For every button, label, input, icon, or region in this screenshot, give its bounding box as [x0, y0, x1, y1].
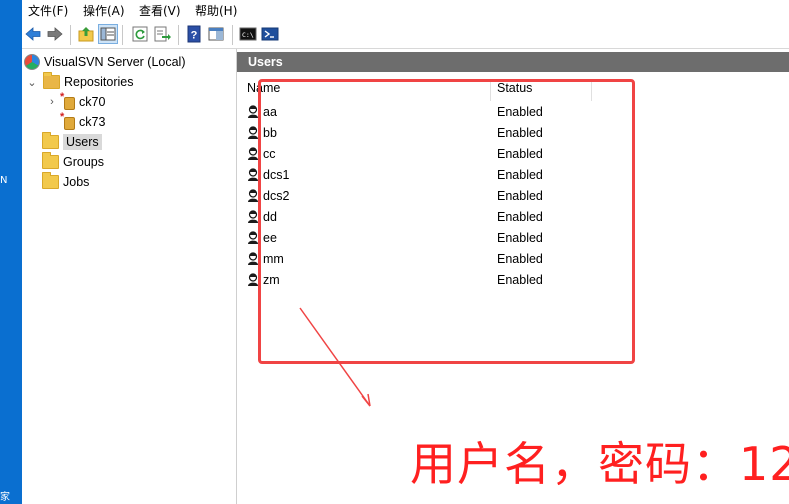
annotation-arrow-icon	[299, 307, 371, 407]
tree-item-label: Repositories	[64, 75, 134, 89]
chevron-right-icon[interactable]: ›	[46, 96, 58, 108]
back-arrow-icon[interactable]	[24, 25, 42, 43]
tree-item-label: VisualSVN Server (Local)	[44, 55, 186, 69]
tree-item-label: ck73	[79, 115, 106, 129]
tree-item-jobs[interactable]: Jobs	[42, 172, 89, 192]
menu-file[interactable]: 文件(F)	[28, 2, 68, 19]
help-icon[interactable]: ?	[185, 25, 203, 43]
folder-icon	[42, 152, 59, 169]
properties-pane-icon[interactable]	[207, 25, 225, 43]
toolbar: ? C:\	[22, 22, 789, 49]
up-folder-icon[interactable]	[77, 25, 95, 43]
svg-text:C:\: C:\	[242, 31, 254, 39]
repositories-folder-icon	[43, 72, 60, 89]
export-list-icon[interactable]	[153, 25, 171, 43]
powershell-icon[interactable]	[261, 25, 279, 43]
repository-icon: *	[60, 91, 75, 110]
folder-icon	[42, 132, 59, 149]
tree-item-users[interactable]: Users	[42, 132, 102, 152]
desktop-background-strip: N 家	[0, 0, 22, 504]
forward-arrow-icon[interactable]	[46, 25, 64, 43]
command-prompt-icon[interactable]: C:\	[239, 25, 257, 43]
desktop-text-fragment: N	[0, 175, 8, 186]
tree-item-label: Users	[63, 134, 102, 150]
menu-view[interactable]: 查看(V)	[139, 2, 181, 19]
menu-help[interactable]: 帮助(H)	[195, 2, 237, 19]
refresh-icon[interactable]	[131, 25, 149, 43]
visualsvn-manager-window: 文件(F) 操作(A) 查看(V) 帮助(H) ? C:\ VisualSVN …	[22, 0, 789, 504]
chevron-down-icon[interactable]: ⌄	[26, 76, 38, 89]
menu-bar: 文件(F) 操作(A) 查看(V) 帮助(H)	[22, 0, 789, 20]
repository-icon: *	[60, 111, 75, 130]
tree-item-label: Groups	[63, 155, 104, 169]
visualsvn-logo-icon	[24, 54, 40, 70]
console-tree: VisualSVN Server (Local) ⌄ Repositories …	[22, 49, 237, 504]
tree-item-groups[interactable]: Groups	[42, 152, 104, 172]
show-hide-console-tree-icon[interactable]	[98, 24, 118, 44]
tree-item-label: ck70	[79, 95, 106, 109]
svg-text:?: ?	[191, 30, 198, 42]
tree-item-repositories[interactable]: ⌄ Repositories	[26, 72, 133, 92]
menu-action[interactable]: 操作(A)	[83, 2, 125, 19]
tree-item-server[interactable]: VisualSVN Server (Local)	[24, 52, 186, 72]
tree-item-repo-ck73[interactable]: * ck73	[60, 111, 106, 132]
pane-title: Users	[237, 52, 789, 72]
folder-icon	[42, 172, 59, 189]
tree-item-repo-ck70[interactable]: › * ck70	[46, 91, 106, 112]
tree-item-label: Jobs	[63, 175, 90, 189]
annotation-caption: 用户名，密码：12	[410, 437, 789, 491]
desktop-text-fragment: 家	[0, 492, 10, 503]
